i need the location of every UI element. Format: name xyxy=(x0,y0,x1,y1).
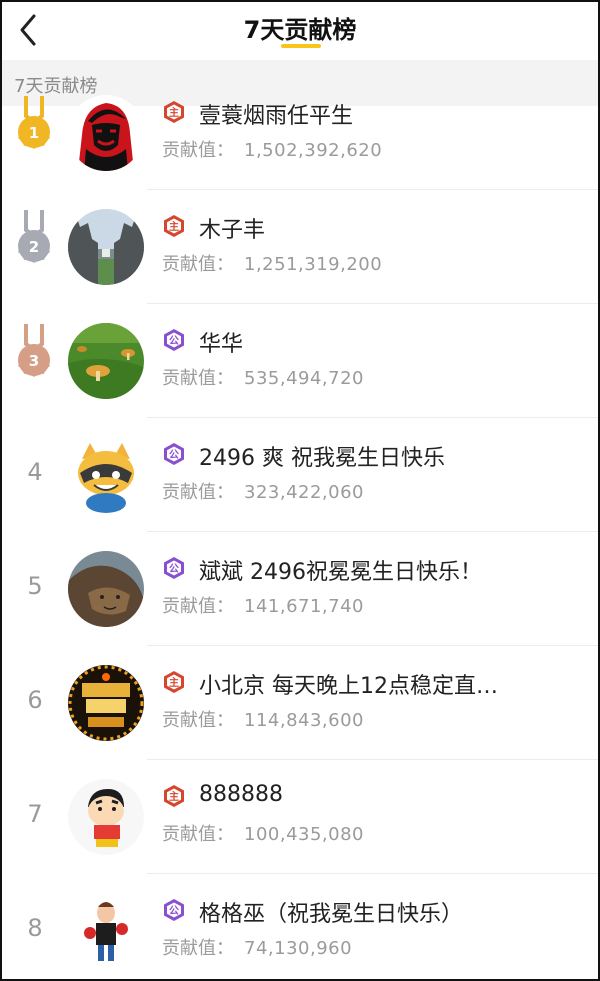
contribution-value: 141,671,740 xyxy=(244,596,365,617)
medal-1-icon: 1 xyxy=(14,96,54,152)
contribution-label: 贡献值： xyxy=(162,140,234,161)
host-level-badge-icon: 主 xyxy=(162,100,186,124)
contribution-value: 114,843,600 xyxy=(244,710,365,731)
public-level-badge-icon: 公 xyxy=(162,328,186,352)
user-name[interactable]: 斌斌 2496祝冕冕生日快乐！ xyxy=(199,554,482,586)
svg-text:3: 3 xyxy=(29,352,39,370)
public-level-badge-icon: 公 xyxy=(162,442,186,466)
contribution-label: 贡献值： xyxy=(162,368,234,389)
contribution-info: 贡献值： 1,502,392,620 xyxy=(162,136,382,162)
contribution-label: 贡献值： xyxy=(162,596,234,617)
contribution-value: 100,435,080 xyxy=(244,824,365,845)
user-name[interactable]: 华华 xyxy=(199,326,243,358)
rank-number: 8 xyxy=(27,914,43,942)
header-bar: 7天贡献榜 xyxy=(2,2,598,60)
rank-number: 6 xyxy=(27,686,43,714)
app-frame: 7天贡献榜 7天贡献榜 1 主壹蓑烟雨任平生 贡献值： 1,502,392,620 2 主… xyxy=(0,0,600,981)
page-title: 7天贡献榜 xyxy=(243,16,357,44)
ranking-row[interactable]: 1 主 壹蓑烟雨任平生贡献值： 1,502,392,620 xyxy=(2,76,598,190)
crayon-shin-avatar[interactable] xyxy=(68,779,144,855)
user-name[interactable]: 2496 爽 祝我冕生日快乐 xyxy=(199,440,445,472)
contribution-info: 贡献值： 1,251,319,200 xyxy=(162,250,382,276)
contribution-label: 贡献值： xyxy=(162,482,234,503)
rank-number: 4 xyxy=(27,458,43,486)
svg-text:公: 公 xyxy=(169,449,179,461)
contribution-info: 贡献值： 74,130,960 xyxy=(162,934,352,960)
ranking-row[interactable]: 8 公 格格巫（祝我冕生日快乐） 贡献值： 74,130,960 xyxy=(2,874,598,979)
contribution-label: 贡献值： xyxy=(162,710,234,731)
svg-text:1: 1 xyxy=(29,124,39,142)
contribution-value: 1,502,392,620 xyxy=(244,140,383,161)
lion-avatar[interactable] xyxy=(68,551,144,627)
user-name[interactable]: 小北京 每天晚上12点稳定直… xyxy=(199,668,498,700)
contribution-value: 74,130,960 xyxy=(244,938,353,959)
user-name[interactable]: 888888 xyxy=(199,782,283,807)
temple-gate-avatar[interactable] xyxy=(68,209,144,285)
svg-text:主: 主 xyxy=(169,676,179,689)
contribution-value: 323,422,060 xyxy=(244,482,365,503)
svg-text:2: 2 xyxy=(29,238,39,256)
contribution-value: 1,251,319,200 xyxy=(244,254,383,275)
che-portrait-avatar[interactable] xyxy=(68,95,144,171)
ranking-row[interactable]: 7 主 888888 贡献值： 100,435,080 xyxy=(2,760,598,874)
svg-text:主: 主 xyxy=(169,790,179,803)
contribution-info: 贡献值： 535,494,720 xyxy=(162,364,364,390)
rank-number: 7 xyxy=(27,800,43,828)
svg-text:公: 公 xyxy=(169,335,179,347)
ranking-row[interactable]: 4 公 2496 爽 祝我冕生日快乐贡献值： 323,422,060 xyxy=(2,418,598,532)
contribution-info: 贡献值： 114,843,600 xyxy=(162,706,364,732)
rank-number: 5 xyxy=(27,572,43,600)
host-level-badge-icon: 主 xyxy=(162,784,186,808)
ranking-row[interactable]: 3 公 华华贡献值： 535,494,720 xyxy=(2,304,598,418)
host-level-badge-icon: 主 xyxy=(162,670,186,694)
active-tab-underline xyxy=(281,44,321,48)
contribution-label: 贡献值： xyxy=(162,254,234,275)
user-name[interactable]: 格格巫（祝我冕生日快乐） xyxy=(199,896,463,928)
user-name[interactable]: 木子丰 xyxy=(199,212,265,244)
contribution-label: 贡献值： xyxy=(162,824,234,845)
contribution-info: 贡献值： 323,422,060 xyxy=(162,478,364,504)
contribution-info: 贡献值： 100,435,080 xyxy=(162,820,364,846)
mushroom-grass-avatar[interactable] xyxy=(68,323,144,399)
svg-text:公: 公 xyxy=(169,905,179,917)
svg-text:主: 主 xyxy=(169,106,179,119)
public-level-badge-icon: 公 xyxy=(162,898,186,922)
cartoon-boxer-avatar[interactable] xyxy=(68,893,144,969)
ranking-row[interactable]: 6 主 小北京 每天晚上12点稳定直… 贡献值： 114,843,600 xyxy=(2,646,598,760)
svg-text:公: 公 xyxy=(169,563,179,575)
host-level-badge-icon: 主 xyxy=(162,214,186,238)
contribution-info: 贡献值： 141,671,740 xyxy=(162,592,364,618)
user-name[interactable]: 壹蓑烟雨任平生 xyxy=(199,98,353,130)
medal-3-icon: 3 xyxy=(14,324,54,380)
raccoon-cartoon-avatar[interactable] xyxy=(68,437,144,513)
ranking-row[interactable]: 5 公 斌斌 2496祝冕冕生日快乐！ 贡献值： 141,671,740 xyxy=(2,532,598,646)
contribution-label: 贡献值： xyxy=(162,938,234,959)
svg-text:主: 主 xyxy=(169,220,179,233)
contribution-value: 535,494,720 xyxy=(244,368,365,389)
beijing-king-avatar[interactable] xyxy=(68,665,144,741)
medal-2-icon: 2 xyxy=(14,210,54,266)
public-level-badge-icon: 公 xyxy=(162,556,186,580)
ranking-row[interactable]: 2 主 木子丰贡献值： 1,251,319,200 xyxy=(2,190,598,304)
